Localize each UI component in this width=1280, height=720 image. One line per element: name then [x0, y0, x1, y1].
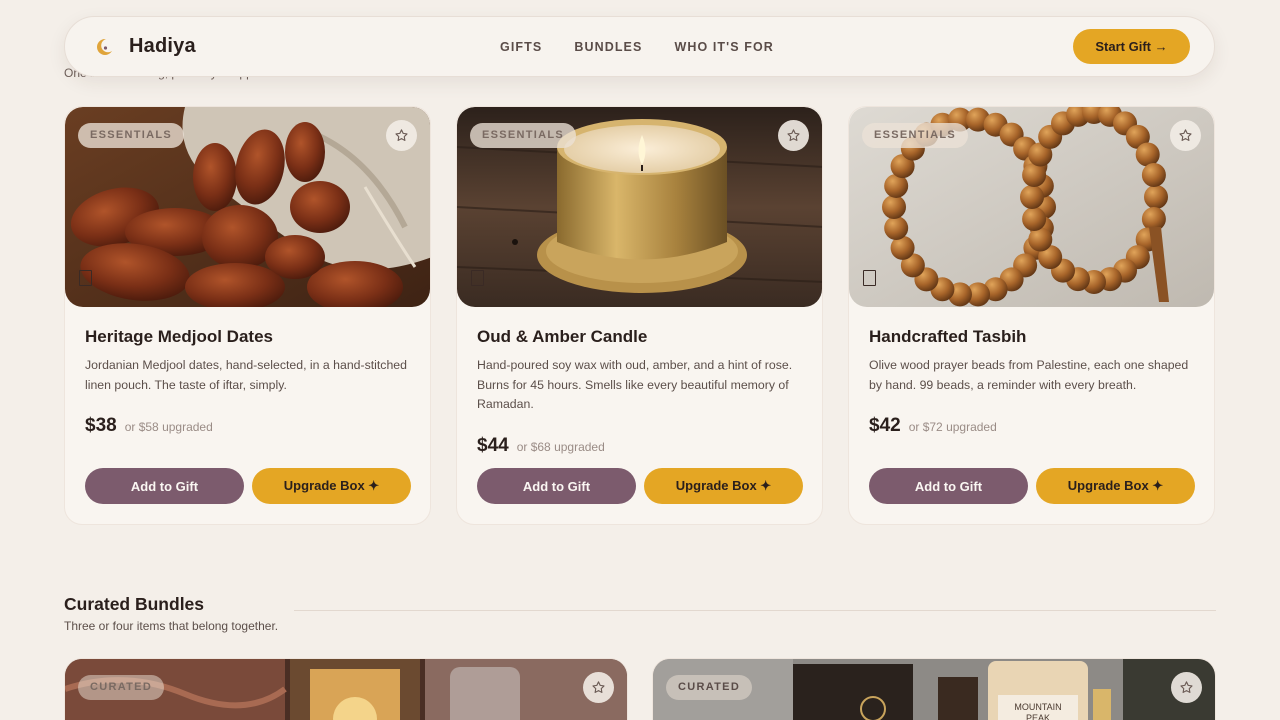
upgraded-price: or $58 upgraded [124, 420, 213, 434]
product-card-dates: ESSENTIALS Heritage Medjool Dates Jordan… [64, 106, 431, 525]
category-badge: ESSENTIALS [78, 123, 185, 148]
nav-links: GIFTS BUNDLES WHO IT'S FOR [500, 40, 774, 54]
section-title-bundles: Curated Bundles [64, 594, 205, 614]
top-navbar: Hadiya GIFTS BUNDLES WHO IT'S FOR Start … [64, 16, 1215, 77]
select-checkbox[interactable] [471, 270, 484, 286]
product-title: Handcrafted Tasbih [869, 327, 1027, 346]
product-title: Heritage Medjool Dates [85, 327, 273, 346]
upgrade-box-button[interactable]: Upgrade Box ✦ [1036, 468, 1195, 504]
product-card-candle: ESSENTIALS Oud & Amber Candle Hand-poure… [456, 106, 823, 525]
product-price: $38 [85, 415, 117, 436]
add-to-gift-button[interactable]: Add to Gift [869, 468, 1028, 504]
product-image-dates: ESSENTIALS [65, 107, 430, 307]
product-description: Hand-poured soy wax with oud, amber, and… [477, 358, 793, 411]
select-checkbox[interactable] [863, 270, 876, 286]
bundle-card-2[interactable]: MOUNTAIN PEAK CURATED [652, 658, 1216, 720]
favorite-button[interactable] [1170, 120, 1201, 151]
star-icon [395, 129, 408, 141]
product-price: $44 [477, 434, 509, 456]
product-card-tasbih: ESSENTIALS Handcrafted Tasbih Olive wood… [848, 106, 1215, 525]
product-description: Olive wood prayer beads from Palestine, … [869, 358, 1189, 392]
upgraded-price: or $68 upgraded [516, 439, 605, 454]
favorite-button[interactable] [1171, 672, 1202, 703]
nav-link-gifts[interactable]: GIFTS [500, 40, 542, 54]
product-price: $42 [869, 415, 901, 436]
category-badge: ESSENTIALS [470, 123, 577, 148]
add-to-gift-button[interactable]: Add to Gift [85, 468, 244, 504]
favorite-button[interactable] [386, 120, 417, 151]
category-badge: CURATED [666, 675, 753, 700]
section-divider [294, 610, 1216, 611]
category-badge: ESSENTIALS [862, 123, 969, 148]
favorite-button[interactable] [778, 120, 809, 151]
upgraded-price: or $72 upgraded [908, 420, 997, 434]
product-title: Oud & Amber Candle [477, 327, 648, 346]
favorite-button[interactable] [583, 672, 614, 703]
brand-name: Hadiya [129, 35, 196, 57]
category-badge: CURATED [78, 675, 165, 700]
bundle-card-1[interactable]: CURATED [64, 658, 628, 720]
upgrade-box-button[interactable]: Upgrade Box ✦ [644, 468, 803, 504]
svg-text:PEAK: PEAK [1026, 713, 1050, 720]
product-image-tasbih: ESSENTIALS [849, 107, 1214, 307]
crescent-logo-icon [97, 38, 115, 55]
start-gift-button[interactable]: Start Gift → [1073, 29, 1190, 64]
nav-link-bundles[interactable]: BUNDLES [574, 40, 642, 54]
nav-link-who-its-for[interactable]: WHO IT'S FOR [674, 40, 774, 54]
upgrade-box-button[interactable]: Upgrade Box ✦ [252, 468, 411, 504]
svg-text:MOUNTAIN: MOUNTAIN [1014, 702, 1061, 712]
star-icon [592, 681, 605, 693]
select-checkbox[interactable] [79, 270, 92, 286]
product-description: Jordanian Medjool dates, hand-selected, … [85, 358, 407, 392]
brand[interactable]: Hadiya [95, 35, 196, 58]
add-to-gift-button[interactable]: Add to Gift [477, 468, 636, 504]
star-icon [1179, 129, 1192, 141]
product-image-candle: ESSENTIALS [457, 107, 822, 307]
star-icon [1180, 681, 1193, 693]
star-icon [787, 129, 800, 141]
section-subtitle: Three or four items that belong together… [64, 619, 279, 633]
